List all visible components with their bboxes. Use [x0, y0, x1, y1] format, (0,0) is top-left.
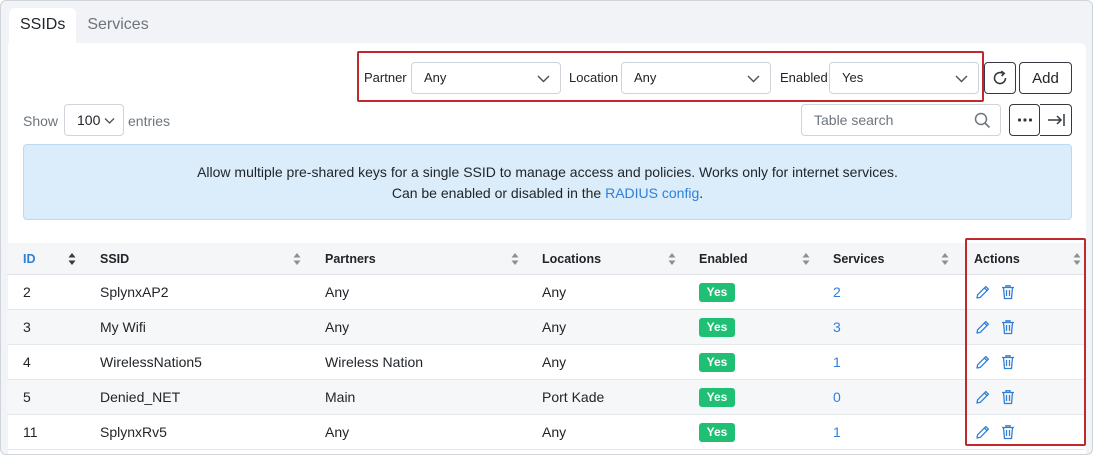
more-icon — [1017, 118, 1032, 122]
entries-value: 100 — [77, 112, 101, 128]
chevron-down-icon — [537, 75, 550, 83]
radius-config-link[interactable]: RADIUS config — [605, 185, 699, 201]
cell-partners: Main — [325, 389, 356, 405]
tab-bar: SSIDs Services — [9, 8, 160, 43]
cell-id: 4 — [23, 354, 31, 370]
location-filter-label: Location — [569, 70, 619, 85]
location-filter-value: Any — [634, 70, 657, 85]
info-line-1: Allow multiple pre-shared keys for a sin… — [197, 164, 898, 180]
export-button[interactable] — [1040, 104, 1072, 136]
info-banner: Allow multiple pre-shared keys for a sin… — [23, 144, 1072, 220]
column-header-ssid[interactable]: SSID — [100, 252, 129, 266]
cell-ssid: Denied_NET — [100, 389, 181, 405]
search-icon — [974, 112, 991, 129]
refresh-button[interactable] — [984, 62, 1016, 94]
partner-filter-value: Any — [424, 70, 447, 85]
cell-partners: Any — [325, 284, 350, 300]
services-link[interactable]: 3 — [833, 319, 841, 335]
column-header-locations[interactable]: Locations — [542, 252, 601, 266]
cell-ssid: My Wifi — [100, 319, 146, 335]
sort-icon — [511, 253, 519, 265]
cell-partners: Wireless Nation — [325, 354, 424, 370]
services-link[interactable]: 1 — [833, 424, 841, 440]
services-link[interactable]: 1 — [833, 354, 841, 370]
services-link[interactable]: 0 — [833, 389, 841, 405]
cell-locations: Any — [542, 354, 567, 370]
search-placeholder: Table search — [814, 112, 894, 128]
partner-filter-label: Partner — [364, 70, 407, 85]
enabled-badge: Yes — [699, 423, 735, 442]
enabled-filter-label: Enabled — [780, 70, 828, 85]
sort-icon — [68, 253, 76, 265]
cell-locations: Port Kade — [542, 389, 605, 405]
enabled-badge: Yes — [699, 318, 735, 337]
entries-select[interactable]: 100 — [64, 104, 124, 136]
location-filter-select[interactable]: Any — [621, 62, 771, 94]
chevron-down-icon — [104, 118, 115, 124]
add-button[interactable]: Add — [1019, 62, 1072, 94]
enabled-filter-select[interactable]: Yes — [829, 62, 979, 94]
refresh-icon — [993, 70, 1007, 85]
tab-ssids[interactable]: SSIDs — [9, 8, 77, 43]
cell-id: 11 — [23, 424, 38, 440]
cell-id: 3 — [23, 319, 31, 335]
enabled-badge: Yes — [699, 353, 735, 372]
cell-partners: Any — [325, 424, 350, 440]
cell-locations: Any — [542, 319, 567, 335]
column-header-enabled[interactable]: Enabled — [699, 252, 748, 266]
info-line-2-suffix: . — [699, 185, 704, 201]
actions-highlight — [965, 238, 1086, 446]
sort-icon — [293, 253, 301, 265]
more-options-button[interactable] — [1009, 104, 1040, 136]
column-header-partners[interactable]: Partners — [325, 252, 376, 266]
cell-locations: Any — [542, 284, 567, 300]
chevron-down-icon — [747, 75, 760, 83]
tab-services[interactable]: Services — [76, 8, 159, 43]
cell-locations: Any — [542, 424, 567, 440]
cell-partners: Any — [325, 319, 350, 335]
info-line-2-prefix: Can be enabled or disabled in the — [391, 185, 606, 201]
arrow-right-bar-icon — [1047, 114, 1065, 126]
enabled-badge: Yes — [699, 388, 735, 407]
sort-icon — [941, 253, 949, 265]
cell-ssid: WirelessNation5 — [100, 354, 202, 370]
cell-id: 5 — [23, 389, 31, 405]
cell-ssid: SplynxAP2 — [100, 284, 169, 300]
cell-id: 2 — [23, 284, 31, 300]
services-link[interactable]: 2 — [833, 284, 841, 300]
show-label: Show — [23, 113, 59, 129]
enabled-badge: Yes — [699, 283, 735, 302]
sort-icon — [668, 253, 676, 265]
cell-ssid: SplynxRv5 — [100, 424, 167, 440]
column-header-id[interactable]: ID — [23, 252, 36, 266]
sort-icon — [802, 253, 810, 265]
partner-filter-select[interactable]: Any — [411, 62, 561, 94]
chevron-down-icon — [955, 75, 968, 83]
enabled-filter-value: Yes — [842, 70, 864, 85]
info-line-2: Can be enabled or disabled in the RADIUS… — [24, 183, 1071, 204]
entries-label: entries — [128, 113, 171, 129]
table-search-input[interactable]: Table search — [801, 104, 1001, 136]
column-header-services[interactable]: Services — [833, 252, 884, 266]
